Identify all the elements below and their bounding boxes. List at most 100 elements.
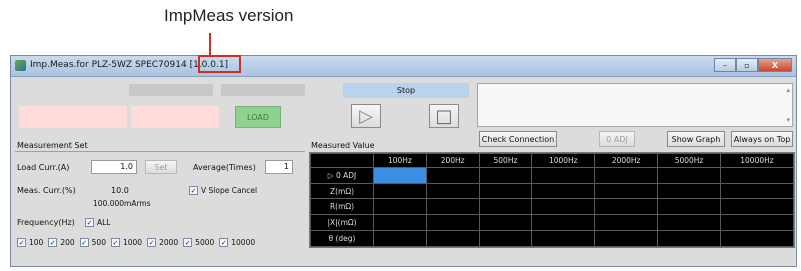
grid-cell[interactable]: [531, 182, 596, 200]
table-row: Z(mΩ): [310, 182, 795, 200]
meas-curr-value[interactable]: 10.0: [111, 186, 129, 195]
freq-label: 10000: [231, 238, 256, 247]
freq-checkbox-5000[interactable]: ✓ 5000: [183, 238, 214, 247]
grid-cell[interactable]: [425, 166, 480, 184]
average-label: Average(Times): [193, 163, 256, 172]
scroll-down-icon[interactable]: ▾: [786, 116, 790, 124]
grid-cell[interactable]: [478, 214, 533, 232]
grid-cell[interactable]: [719, 166, 795, 184]
grid-cell[interactable]: [594, 166, 659, 184]
window-controls: – ▫ X: [714, 58, 792, 72]
freq-checkbox-2000[interactable]: ✓ 2000: [147, 238, 178, 247]
grid-cell[interactable]: [531, 198, 596, 216]
column-header: 100Hz: [373, 153, 427, 168]
table-row: R(mΩ): [310, 198, 795, 216]
load-button[interactable]: LOAD: [235, 106, 281, 128]
grid-cell[interactable]: [657, 198, 721, 216]
close-button[interactable]: X: [758, 58, 792, 72]
grid-cell[interactable]: [531, 166, 596, 184]
all-label: ALL: [97, 218, 111, 227]
check-icon: ✓: [48, 238, 58, 247]
show-graph-button[interactable]: Show Graph: [667, 131, 725, 147]
grid-cell[interactable]: [719, 198, 795, 216]
grid-cell[interactable]: [657, 214, 721, 232]
freq-label: 1000: [122, 238, 143, 247]
freq-checkbox-200[interactable]: ✓ 200: [48, 238, 75, 247]
check-icon: ✓: [147, 238, 157, 247]
v-slope-cancel-checkbox[interactable]: ✓ V Slope Cancel: [189, 186, 257, 195]
grid-cell[interactable]: [373, 230, 427, 247]
maximize-button[interactable]: ▫: [736, 58, 758, 72]
status-bar-2: [221, 84, 305, 96]
column-header: 200Hz: [425, 153, 480, 168]
set-button[interactable]: Set: [145, 160, 177, 174]
grid-cell[interactable]: [531, 214, 596, 232]
column-header: 10000Hz: [719, 153, 795, 168]
grid-cell[interactable]: [425, 214, 480, 232]
grid-cell[interactable]: [657, 182, 721, 200]
grid-cell[interactable]: [719, 230, 795, 247]
grid-cell[interactable]: [594, 198, 659, 216]
grid-cell[interactable]: [425, 182, 480, 200]
grid-cell-selected[interactable]: [373, 166, 427, 184]
all-checkbox[interactable]: ✓ ALL: [85, 218, 111, 227]
freq-label: 100: [29, 238, 44, 247]
grid-cell[interactable]: [594, 230, 659, 247]
status-indicator-1: [19, 106, 127, 128]
row-header: Z(mΩ): [310, 182, 374, 200]
grid-cell[interactable]: [478, 230, 533, 247]
freq-checkbox-1000[interactable]: ✓ 1000: [110, 238, 143, 247]
grid-cell[interactable]: [373, 214, 427, 232]
grid-cell[interactable]: [478, 182, 533, 200]
freq-checkbox-100[interactable]: ✓ 100: [17, 238, 43, 247]
measured-value-grid[interactable]: 100Hz 200Hz 500Hz 1000Hz 2000Hz 5000Hz 1…: [309, 152, 795, 248]
grid-cell[interactable]: [373, 182, 427, 200]
grid-cell[interactable]: [657, 166, 721, 184]
run-status-label: Stop: [343, 83, 469, 98]
start-button[interactable]: ▷: [351, 104, 381, 128]
annotation-pointer-line: [209, 33, 211, 55]
meas-curr-sub: 100.000mArms: [93, 199, 151, 208]
check-icon: ✓: [79, 238, 89, 247]
freq-checkbox-10000[interactable]: ✓ 10000: [219, 238, 255, 247]
column-header: 500Hz: [478, 153, 533, 168]
zero-adj-button[interactable]: 0 ADJ: [599, 131, 635, 147]
freq-label: 200: [60, 238, 75, 247]
column-header: 5000Hz: [657, 153, 721, 168]
stop-button[interactable]: □: [429, 104, 459, 128]
grid-cell[interactable]: [594, 182, 659, 200]
load-curr-input[interactable]: 1.0: [91, 160, 137, 174]
always-on-top-button[interactable]: Always on Top: [731, 131, 793, 147]
grid-cell[interactable]: [425, 230, 480, 247]
check-icon: ✓: [183, 238, 193, 247]
freq-label: 500: [91, 238, 106, 247]
row-label: 0 ADJ: [335, 170, 357, 180]
grid-cell[interactable]: [478, 198, 533, 216]
title-bar: Imp.Meas.for PLZ-5WZ SPEC70914 [1.0.0.1]…: [11, 56, 796, 77]
grid-cell[interactable]: [531, 230, 596, 247]
table-row: |X|(mΩ): [310, 214, 795, 232]
grid-cell[interactable]: [373, 198, 427, 216]
row-marker-icon: ▷: [327, 170, 334, 180]
measured-value-heading: Measured Value: [311, 141, 375, 150]
meas-curr-label: Meas. Curr.(%): [17, 186, 76, 195]
scroll-up-icon[interactable]: ▴: [786, 86, 790, 94]
check-connection-button[interactable]: Check Connection: [479, 131, 557, 147]
grid-cell[interactable]: [425, 198, 480, 216]
freq-checkbox-500[interactable]: ✓ 500: [79, 238, 106, 247]
app-window: Imp.Meas.for PLZ-5WZ SPEC70914 [1.0.0.1]…: [10, 55, 797, 267]
load-curr-label: Load Curr.(A): [17, 163, 70, 172]
minimize-button[interactable]: –: [714, 58, 736, 72]
grid-cell[interactable]: [478, 166, 533, 184]
grid-cell[interactable]: [657, 230, 721, 247]
grid-cell[interactable]: [719, 182, 795, 200]
section-divider: [15, 151, 305, 152]
column-header: 2000Hz: [594, 153, 659, 168]
grid-cell[interactable]: [594, 214, 659, 232]
table-row: ▷ 0 ADJ: [310, 166, 795, 184]
check-icon: ✓: [219, 238, 229, 247]
freq-label: 5000: [195, 238, 215, 247]
grid-cell[interactable]: [719, 214, 795, 232]
grid-corner: [310, 153, 374, 168]
average-input[interactable]: 1: [265, 160, 293, 174]
